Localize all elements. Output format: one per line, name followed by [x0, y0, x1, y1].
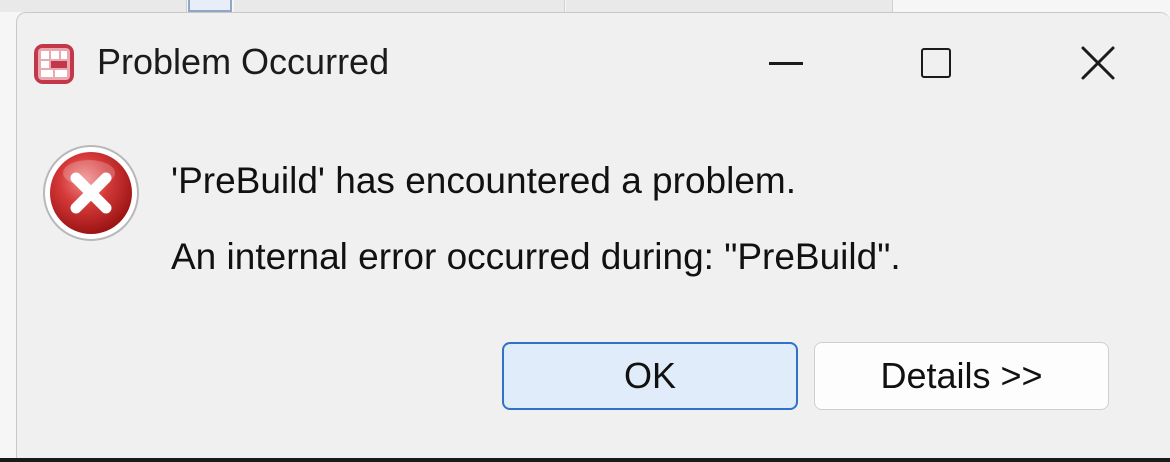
ok-button[interactable]: OK: [502, 342, 798, 410]
minimize-button[interactable]: [731, 35, 841, 91]
screen-edge: [0, 458, 1170, 462]
close-icon: [1081, 46, 1115, 80]
eclipse-app-icon: [34, 44, 74, 84]
background-column: [234, 0, 565, 12]
maximize-icon: [921, 48, 951, 78]
close-button[interactable]: [1043, 35, 1153, 91]
dialog-title: Problem Occurred: [97, 41, 390, 82]
title-bar[interactable]: Problem Occurred: [17, 13, 1170, 109]
background-column: [0, 0, 187, 12]
minimize-icon: [769, 61, 803, 65]
maximize-button[interactable]: [881, 35, 991, 91]
background-table-icon: [188, 0, 232, 12]
problem-dialog: Problem Occurred 'PreBuild' has encounte…: [16, 12, 1170, 462]
details-button[interactable]: Details >>: [814, 342, 1109, 410]
error-detail: An internal error occurred during: "PreB…: [171, 236, 901, 277]
background-column: [566, 0, 893, 12]
error-summary: 'PreBuild' has encountered a problem.: [171, 160, 797, 201]
error-icon: [43, 145, 139, 241]
